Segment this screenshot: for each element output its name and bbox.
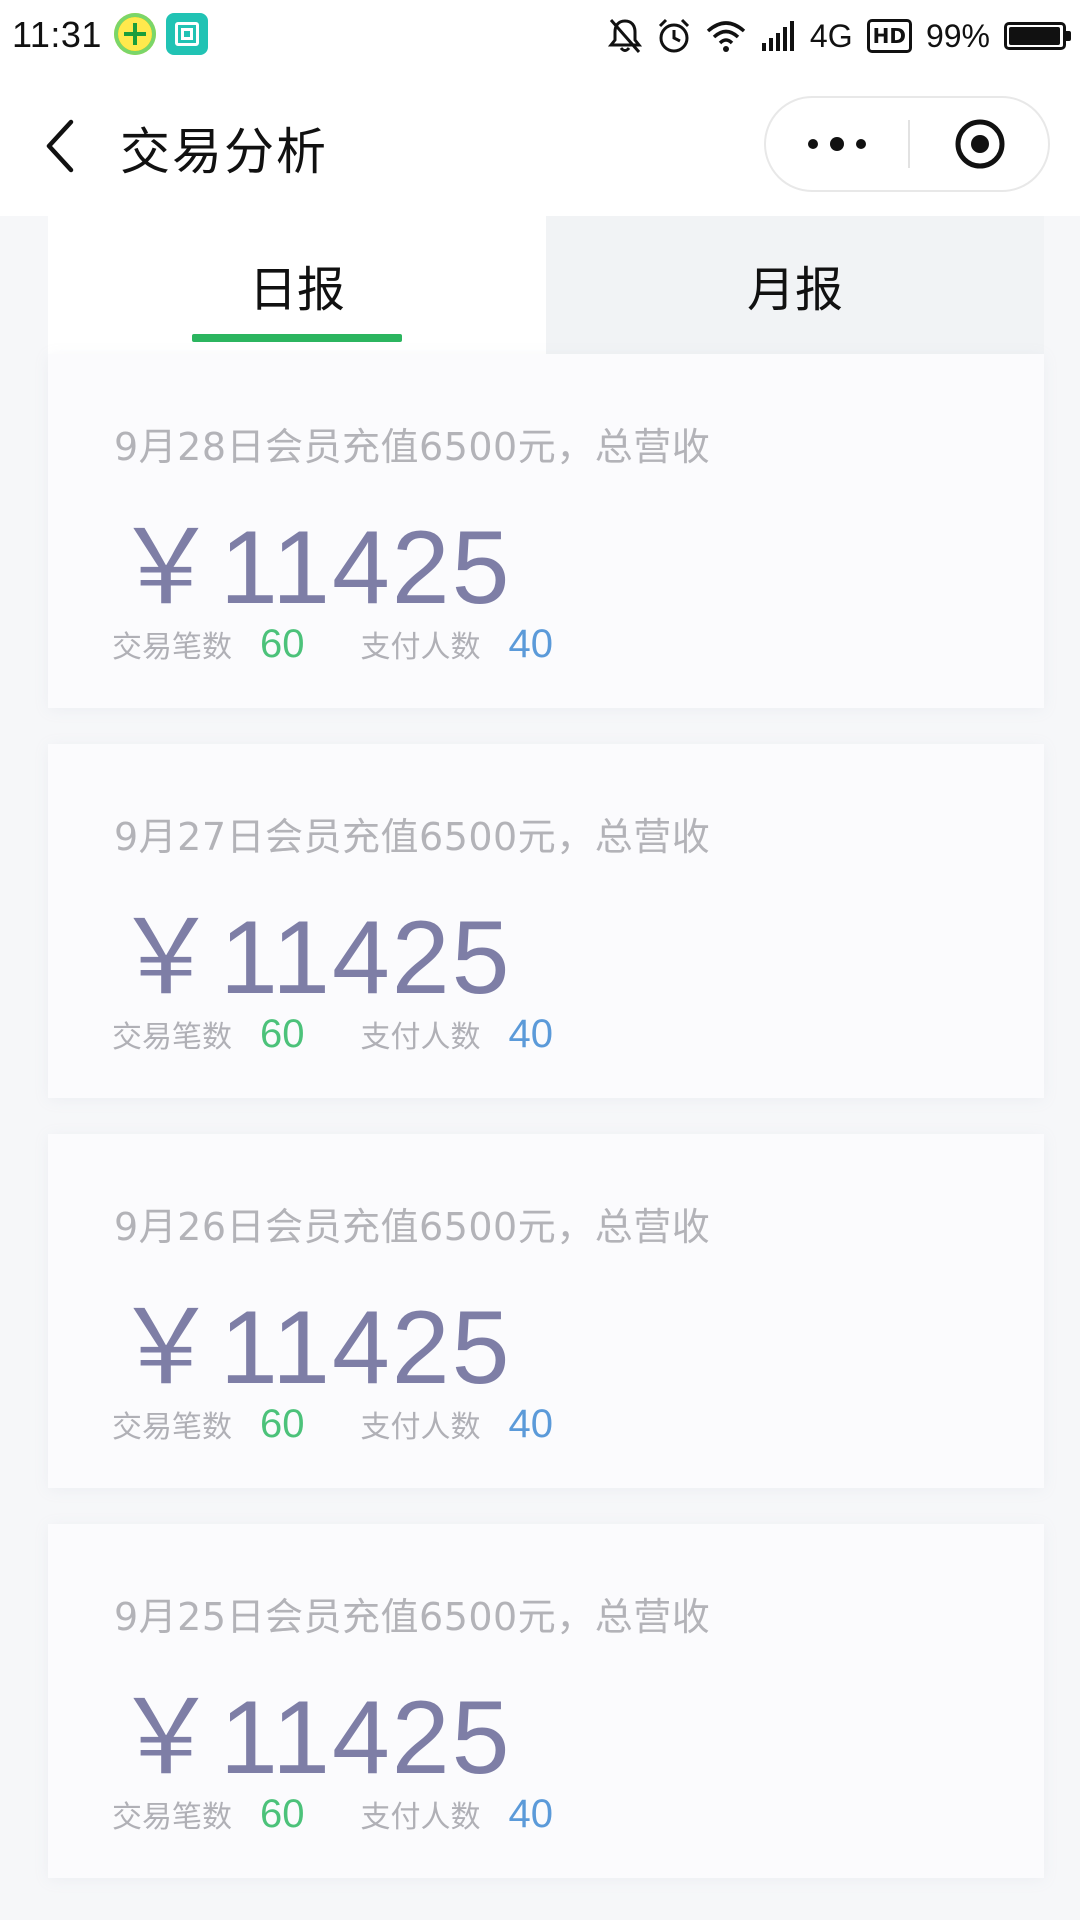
- payers-label: 支付人数: [360, 1800, 481, 1835]
- report-description: 9月27日会员充值6500元，总营收: [114, 815, 711, 859]
- trades-value: 60: [260, 1402, 305, 1446]
- payers-label: 支付人数: [360, 1410, 481, 1445]
- trades-label: 交易笔数: [112, 1410, 232, 1445]
- add-app-icon: [114, 13, 156, 55]
- wifi-icon: [706, 21, 746, 52]
- payers-value: 40: [508, 1792, 554, 1836]
- page-title: 交易分析: [120, 123, 328, 181]
- active-tab-indicator: [192, 334, 402, 342]
- status-bar: 11:31 4G HD 99%: [0, 0, 1080, 76]
- report-card[interactable]: 9月26日会员充值6500元，总营收 ￥11425 交易笔数 60 支付人数 4…: [48, 1134, 1044, 1488]
- report-description: 9月26日会员充值6500元，总营收: [114, 1205, 711, 1249]
- chevron-left-icon: [46, 119, 74, 173]
- trades-label: 交易笔数: [112, 630, 232, 665]
- close-miniapp-button[interactable]: [910, 98, 1050, 190]
- total-revenue: ￥11425: [114, 900, 512, 1016]
- report-card[interactable]: 9月28日会员充值6500元，总营收 ￥11425 交易笔数 60 支付人数 4…: [48, 354, 1044, 708]
- battery-fill: [1009, 27, 1060, 45]
- report-card[interactable]: 9月25日会员充值6500元，总营收 ￥11425 交易笔数 60 支付人数 4…: [48, 1524, 1044, 1878]
- report-stats: 交易笔数 60 支付人数 40: [112, 622, 609, 667]
- network-type: 4G: [809, 17, 853, 54]
- status-icons: 4G HD 99%: [607, 12, 1071, 60]
- report-stats: 交易笔数 60 支付人数 40: [112, 1402, 609, 1447]
- trades-label: 交易笔数: [112, 1020, 232, 1055]
- payers-label: 支付人数: [360, 1020, 481, 1055]
- miniapp-capsule: [764, 96, 1050, 192]
- scan-app-icon: [166, 13, 208, 55]
- payers-value: 40: [508, 622, 554, 666]
- trades-value: 60: [260, 1012, 305, 1056]
- more-dots-icon: [808, 137, 866, 151]
- total-revenue: ￥11425: [114, 510, 512, 626]
- mute-bell-icon: [607, 19, 642, 53]
- report-list: 9月28日会员充值6500元，总营收 ￥11425 交易笔数 60 支付人数 4…: [48, 354, 1044, 1914]
- trades-value: 60: [260, 622, 305, 666]
- report-description: 9月28日会员充值6500元，总营收: [114, 425, 711, 469]
- payers-value: 40: [508, 1012, 554, 1056]
- tab-monthly-report[interactable]: 月报: [546, 216, 1044, 354]
- report-stats: 交易笔数 60 支付人数 40: [112, 1012, 609, 1057]
- signal-icon: [761, 21, 794, 51]
- tab-label: 日报: [248, 262, 345, 318]
- payers-value: 40: [508, 1402, 554, 1446]
- total-revenue: ￥11425: [114, 1290, 512, 1406]
- target-close-icon: [955, 119, 1005, 169]
- back-button[interactable]: [30, 108, 90, 184]
- report-stats: 交易笔数 60 支付人数 40: [112, 1792, 609, 1837]
- tab-label: 月报: [746, 262, 843, 318]
- trades-value: 60: [260, 1792, 305, 1836]
- trades-label: 交易笔数: [112, 1800, 232, 1835]
- report-tabs: 日报 月报: [48, 216, 1044, 354]
- hd-badge: HD: [866, 19, 912, 53]
- more-button[interactable]: [766, 98, 908, 190]
- payers-label: 支付人数: [360, 630, 481, 665]
- battery-icon: [1004, 22, 1071, 50]
- report-card[interactable]: 9月27日会员充值6500元，总营收 ￥11425 交易笔数 60 支付人数 4…: [48, 744, 1044, 1098]
- status-time: 11:31: [12, 14, 102, 55]
- nav-bar: 交易分析: [0, 76, 1080, 216]
- alarm-clock-icon: [658, 18, 689, 53]
- total-revenue: ￥11425: [114, 1680, 512, 1796]
- battery-percent: 99%: [925, 17, 990, 54]
- report-description: 9月25日会员充值6500元，总营收: [114, 1595, 711, 1639]
